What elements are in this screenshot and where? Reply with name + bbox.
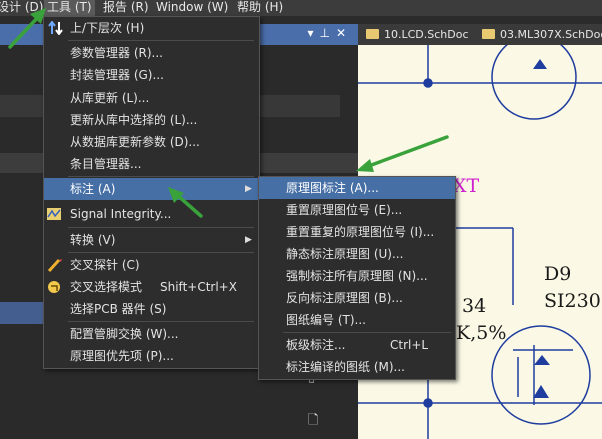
part-value-si230: SI230 <box>544 290 601 312</box>
menu-item-item-manager[interactable]: 条目管理器... <box>44 153 259 175</box>
net-label-xt: XT <box>453 175 480 197</box>
tab-ml307x-schdoc[interactable]: 03.ML307X.SchDoc <box>482 27 602 43</box>
tools-menu: 上/下层次 (H) 参数管理器 (R)... 封装管理器 (G)... 从库更新… <box>43 16 260 369</box>
submenu-item-annotate-schematics[interactable]: 原理图标注 (A)... <box>259 177 455 199</box>
menu-separator <box>68 176 254 177</box>
menu-window[interactable]: Window (W) <box>156 0 228 16</box>
submenu-arrow-icon: ▶ <box>245 184 252 194</box>
submenu-item-annotate-quietly[interactable]: 静态标注原理图 (U)... <box>259 243 455 265</box>
menu-item-label: 原理图优先项 (P)... <box>70 349 174 363</box>
menu-item-update-parameters-from-database[interactable]: 从数据库更新参数 (D)... <box>44 131 259 153</box>
menu-design[interactable]: 设计 (D) <box>0 0 43 16</box>
menu-item-update-from-library[interactable]: 从库更新 (L)... <box>44 87 259 109</box>
menu-item-label: 选择PCB 器件 (S) <box>70 302 167 316</box>
menu-item-label: 板级标注... <box>286 338 346 352</box>
pin-icon[interactable]: ⊥ <box>319 26 335 40</box>
menu-item-configure-pin-swapping[interactable]: 配置管脚交换 (W)... <box>44 323 259 345</box>
menu-item-shortcut: Shift+Ctrl+X <box>160 280 237 294</box>
tab-label: 10.LCD.SchDoc <box>384 28 469 41</box>
submenu-item-reset-duplicate-designators[interactable]: 重置重复的原理图位号 (I)... <box>259 221 455 243</box>
mosfet-arrow <box>534 355 550 365</box>
submenu-item-back-annotate[interactable]: 反向标注原理图 (B)... <box>259 287 455 309</box>
menu-item-label: 从数据库更新参数 (D)... <box>70 135 200 149</box>
menu-item-label: 重置重复的原理图位号 (I)... <box>286 225 435 239</box>
menu-item-label: 图纸编号 (T)... <box>286 313 366 327</box>
menu-bar: 设计 (D) 工具 (T) 报告 (R) Window (W) 帮助 (H) <box>0 0 602 16</box>
menu-separator <box>68 321 254 322</box>
mosfet-diode-top <box>533 59 547 69</box>
schdoc-file-icon <box>482 29 495 39</box>
designator-d9: D9 <box>544 263 572 285</box>
menu-item-label: 交叉探针 (C) <box>70 258 140 272</box>
tab-label: 03.ML307X.SchDoc <box>500 28 602 41</box>
menu-item-select-pcb-components[interactable]: 选择PCB 器件 (S) <box>44 298 259 320</box>
mosfet-body-top <box>491 45 577 120</box>
menu-item-cross-probe[interactable]: 交叉探针 (C) <box>44 254 259 276</box>
menu-item-label: 从库更新 (L)... <box>70 91 150 105</box>
menu-item-annotate[interactable]: 标注 (A) ▶ <box>44 178 259 200</box>
mosfet-diode <box>533 385 549 398</box>
menu-item-label: 原理图标注 (A)... <box>286 181 379 195</box>
menu-item-label: 反向标注原理图 (B)... <box>286 291 403 305</box>
menu-separator <box>68 40 254 41</box>
menu-item-label: 参数管理器 (R)... <box>70 46 163 60</box>
menu-item-label: 更新从库中选择的 (L)... <box>70 113 198 127</box>
resistor-designator: 34 <box>462 295 487 317</box>
menu-item-label: 交叉选择模式 <box>70 280 143 294</box>
tab-lcd-schdoc[interactable]: 10.LCD.SchDoc <box>366 27 469 43</box>
menu-help[interactable]: 帮助 (H) <box>237 0 283 16</box>
menu-item-label: 标注编译的图纸 (M)... <box>286 360 405 374</box>
cross-select-icon <box>48 281 60 293</box>
menu-item-label: 配置管脚交换 (W)... <box>70 327 179 341</box>
menu-tools[interactable]: 工具 (T) <box>44 0 95 16</box>
menu-item-label: 强制标注所有原理图 (N)... <box>286 269 428 283</box>
submenu-item-board-level-annotate[interactable]: 板级标注... Ctrl+L <box>259 334 455 356</box>
menu-item-label: 静态标注原理图 (U)... <box>286 247 404 261</box>
up-down-arrows-icon <box>48 21 63 35</box>
schdoc-file-icon <box>366 29 379 39</box>
menu-separator <box>68 227 254 228</box>
menu-item-label: 封装管理器 (G)... <box>70 68 164 82</box>
submenu-item-reset-designators[interactable]: 重置原理图位号 (E)... <box>259 199 455 221</box>
menu-separator <box>68 252 254 253</box>
menu-item-label: 重置原理图位号 (E)... <box>286 203 403 217</box>
menu-item-label: 条目管理器... <box>70 157 142 171</box>
document-tabs: 10.LCD.SchDoc 03.ML307X.SchDoc <box>358 24 602 45</box>
annotate-submenu: 原理图标注 (A)... 重置原理图位号 (E)... 重置重复的原理图位号 (… <box>258 176 456 380</box>
signal-integrity-icon <box>47 208 61 220</box>
menu-item-cross-select-mode[interactable]: 交叉选择模式 Shift+Ctrl+X <box>44 276 259 298</box>
submenu-arrow-icon: ▶ <box>245 235 252 245</box>
menu-item-label: Signal Integrity... <box>70 207 172 221</box>
menu-item-shortcut: Ctrl+L <box>390 338 429 352</box>
menu-item-label: 上/下层次 (H) <box>70 21 145 35</box>
submenu-item-number-sheets[interactable]: 图纸编号 (T)... <box>259 309 455 331</box>
resistor-value: K,5% <box>456 322 507 344</box>
menu-item-footprint-manager[interactable]: 封装管理器 (G)... <box>44 64 259 86</box>
document-icon[interactable]: 🗋 <box>308 411 318 433</box>
menu-item-update-selected-from-library[interactable]: 更新从库中选择的 (L)... <box>44 109 259 131</box>
menu-reports[interactable]: 报告 (R) <box>103 0 149 16</box>
menu-item-convert[interactable]: 转换 (V) ▶ <box>44 229 259 251</box>
submenu-item-annotate-compiled-sheets[interactable]: 标注编译的图纸 (M)... <box>259 356 455 378</box>
close-icon[interactable]: ✕ <box>336 26 352 40</box>
menu-item-label: 转换 (V) <box>70 233 116 247</box>
menu-item-label: 标注 (A) <box>70 182 116 196</box>
submenu-item-force-annotate-all[interactable]: 强制标注所有原理图 (N)... <box>259 265 455 287</box>
menu-item-signal-integrity[interactable]: Signal Integrity... <box>44 203 259 225</box>
menu-item-parameter-manager[interactable]: 参数管理器 (R)... <box>44 42 259 64</box>
panel-dropdown-icon[interactable]: ▾ <box>307 26 319 40</box>
cross-probe-icon <box>47 258 62 272</box>
menu-item-hierarchy[interactable]: 上/下层次 (H) <box>44 17 259 39</box>
menu-separator <box>283 332 451 333</box>
menu-item-schematic-preferences[interactable]: 原理图优先项 (P)... <box>44 345 259 367</box>
mosfet-body-d9 <box>491 325 591 425</box>
panel-selected-row[interactable] <box>0 302 44 324</box>
